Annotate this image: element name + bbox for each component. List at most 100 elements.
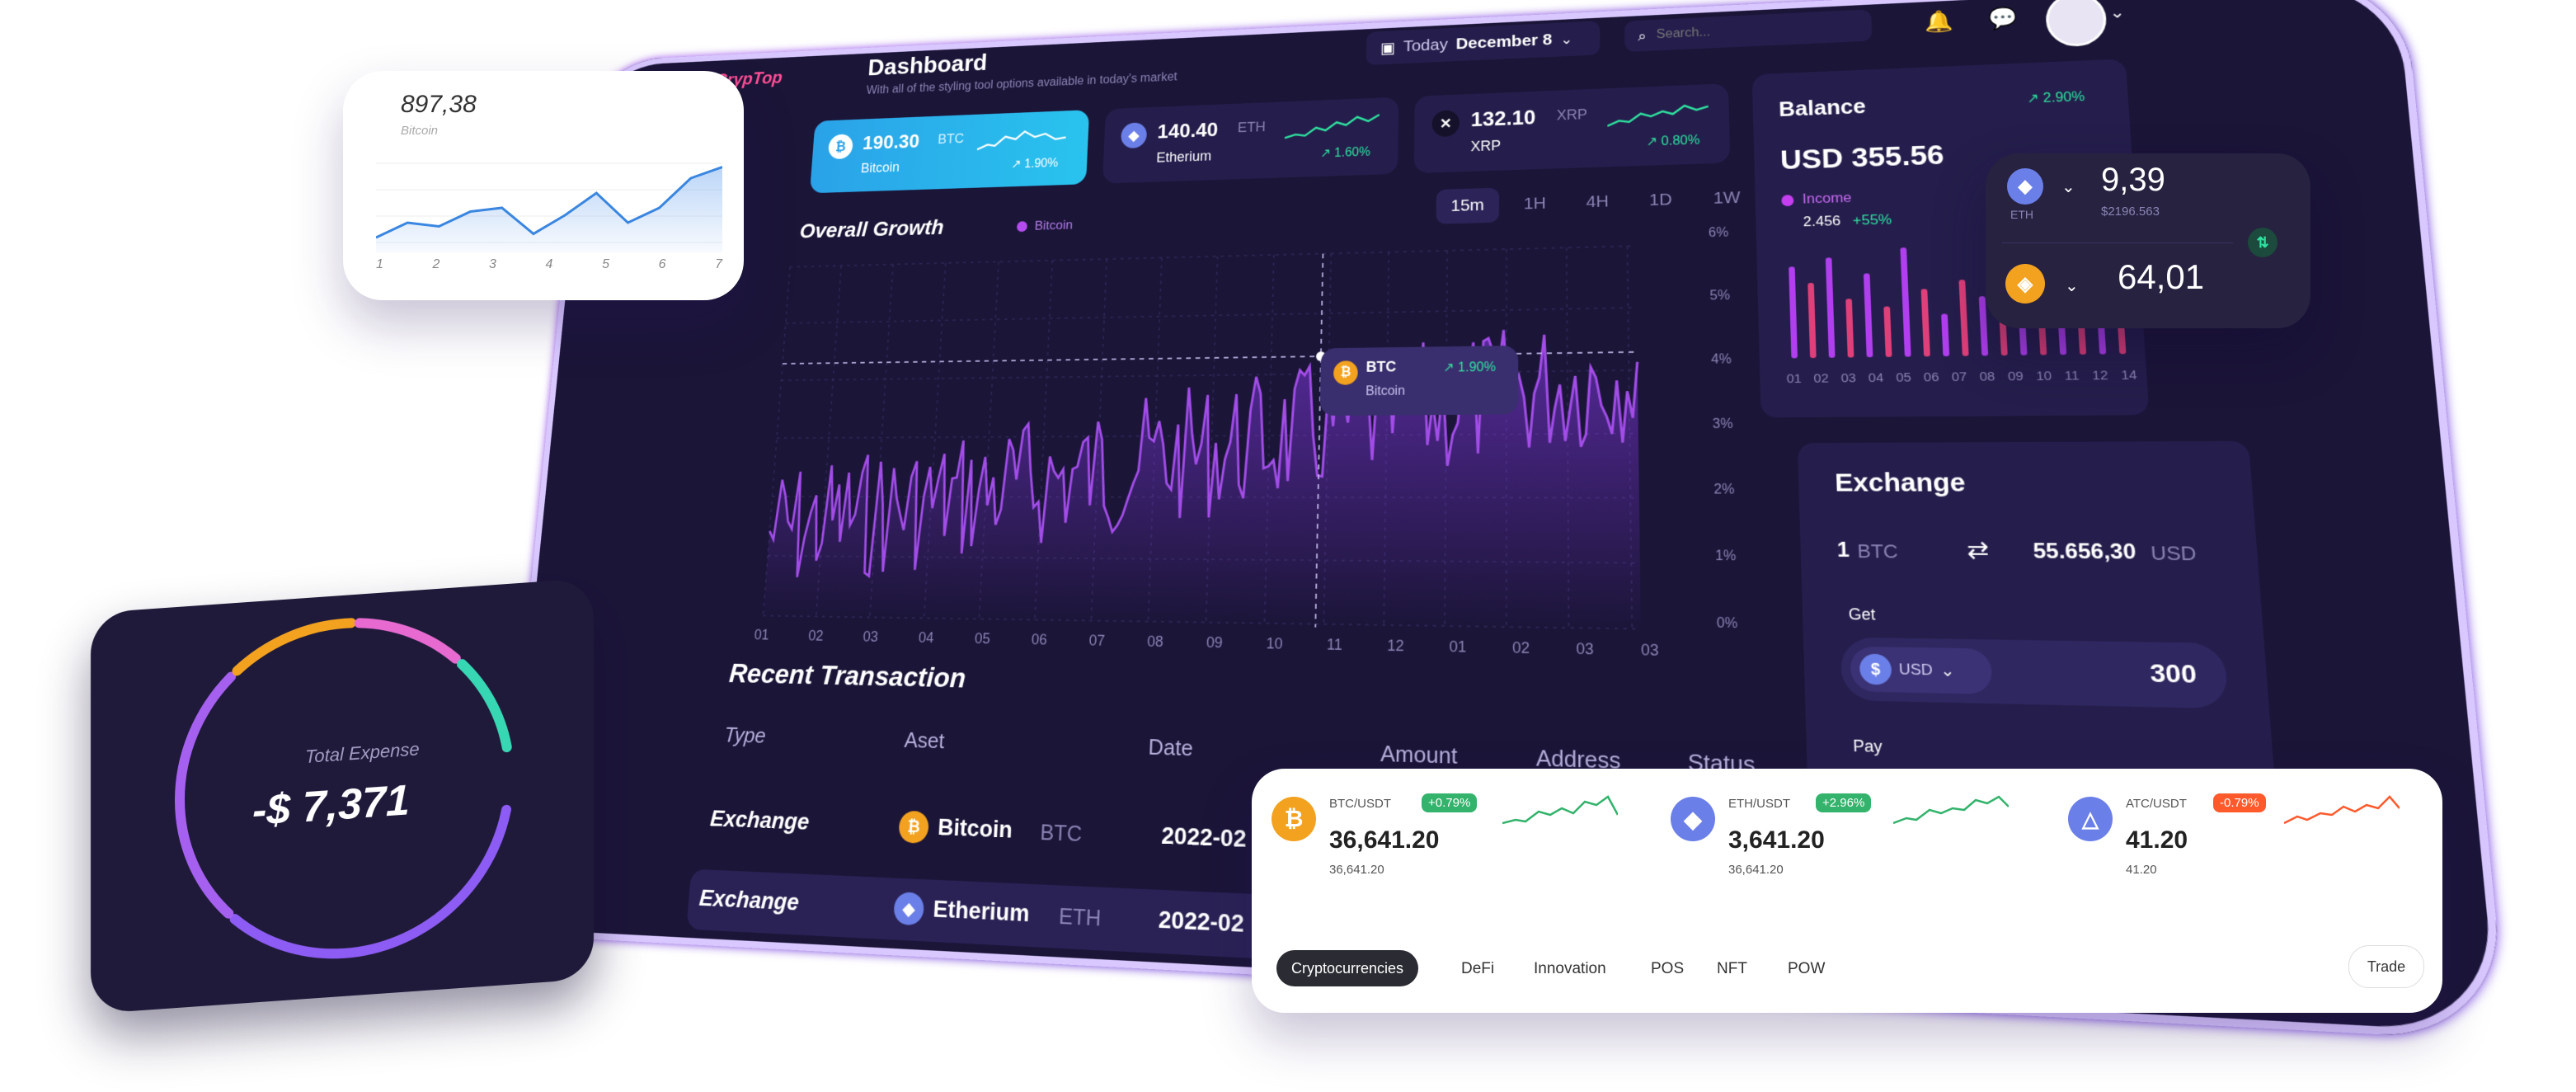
currency-select[interactable]: $ USD ⌄	[1850, 646, 1993, 694]
dollar-icon: $	[1859, 653, 1892, 685]
ticker-name: Bitcoin	[860, 159, 900, 176]
mini-x-tick: 1	[376, 257, 383, 271]
ticker-sparkline	[1285, 110, 1380, 144]
ticker-card-btc[interactable]: ₿ 190.30 BTC Bitcoin ↗ 1.90%	[809, 110, 1090, 194]
range-tab-1w[interactable]: 1W	[1698, 180, 1757, 217]
get-field[interactable]: $ USD ⌄ 300	[1840, 637, 2230, 709]
income-change: +55%	[1852, 211, 1892, 228]
exchange-title: Exchange	[1834, 468, 1967, 498]
row-asset: Bitcoin	[937, 813, 1013, 843]
chevron-down-icon[interactable]: ⌄	[2065, 275, 2079, 296]
bitcoin-icon: ₿	[827, 134, 854, 160]
range-tab-15m[interactable]: 15m	[1436, 187, 1499, 224]
ticker-change-value: 1.60%	[1334, 145, 1370, 160]
mini-area	[376, 167, 722, 252]
row-symbol: ETH	[1058, 902, 1102, 931]
bitcoin-icon: ₿	[1272, 797, 1316, 841]
mini-x-tick: 6	[658, 257, 666, 271]
ticker-value: 132.10	[1470, 105, 1536, 131]
balance-change: ↗ 2.90%	[2026, 90, 2085, 106]
x-tick: 07	[1088, 632, 1106, 649]
x-tick: 09	[1206, 633, 1223, 652]
tab-label: Cryptocurrencies	[1291, 959, 1404, 977]
tooltip-symbol: BTC	[1366, 358, 1397, 375]
search-box[interactable]: ⌕	[1624, 9, 1873, 53]
tab-defi[interactable]: DeFi	[1461, 960, 1494, 978]
bnb-value: 64,01	[2118, 257, 2205, 296]
ticker-change: ↗ 0.80%	[1646, 133, 1700, 149]
chevron-down-icon: ⌄	[1560, 31, 1573, 47]
tab-nft[interactable]: NFT	[1717, 960, 1747, 978]
balance-bar	[1883, 306, 1892, 357]
range-tab-4h[interactable]: 4H	[1571, 184, 1624, 220]
pair-label: ETH/USDT	[1728, 797, 1790, 811]
pair-sparkline	[1893, 795, 2009, 825]
search-icon: ⌕	[1638, 27, 1647, 44]
swap-icon[interactable]: ⇅	[2248, 228, 2278, 257]
x-tick: 02	[1512, 638, 1530, 657]
balance-x-tick: 03	[1840, 370, 1857, 386]
col-type: Type	[723, 722, 767, 748]
x-tick: 08	[1146, 633, 1164, 651]
page-title: Dashboard	[867, 49, 989, 81]
balance-x-tick: 14	[2120, 367, 2138, 384]
row-type: Exchange	[698, 884, 801, 915]
mini-chart-label: Bitcoin	[401, 124, 439, 138]
tooltip-change: ↗ 1.90%	[1443, 360, 1496, 375]
xrp-icon: ✕	[1431, 110, 1460, 138]
tab-cryptocurrencies[interactable]: Cryptocurrencies	[1276, 950, 1419, 986]
exchange-to-amount: 55.656,30	[2032, 539, 2137, 565]
eth-sub: $2196.563	[2101, 205, 2160, 219]
ethereum-icon: ◆	[2007, 168, 2043, 205]
exchange-from-amount: 1	[1836, 538, 1850, 562]
date-picker[interactable]: ▣ Today December 8 ⌄	[1366, 21, 1601, 65]
range-tab-1d[interactable]: 1D	[1634, 181, 1688, 219]
balance-x-tick: 11	[2064, 368, 2080, 384]
ticker-name: XRP	[1470, 137, 1502, 155]
trade-button[interactable]: Trade	[2348, 945, 2424, 988]
growth-title: Overall Growth	[798, 215, 945, 242]
pair-sub: 36,641.20	[1329, 863, 1384, 877]
y-tick: 5%	[1709, 288, 1731, 304]
tab-innovation[interactable]: Innovation	[1534, 960, 1606, 978]
range-tab-1h[interactable]: 1H	[1509, 186, 1561, 222]
row-type: Exchange	[709, 805, 811, 835]
tab-pos[interactable]: POS	[1651, 960, 1684, 978]
balance-bar	[1845, 299, 1854, 358]
market-pair-atc[interactable]: △ ATC/USDT -0.79% 41.20 41.20	[2068, 790, 2431, 906]
ticker-card-xrp[interactable]: ✕ 132.10 XRP XRP ↗ 0.80%	[1413, 83, 1731, 174]
date-value: December 8	[1455, 31, 1553, 53]
mini-chart-card: 897,38 Bitcoin 1 2 3 4 5 6 7	[343, 71, 744, 300]
x-tick: 12	[1386, 637, 1404, 655]
tab-pow[interactable]: POW	[1788, 960, 1825, 978]
chevron-down-icon[interactable]: ⌄	[2061, 177, 2075, 197]
balance-bar	[1789, 266, 1798, 359]
x-tick: 10	[1266, 634, 1283, 652]
ticker-card-eth[interactable]: ◆ 140.40 ETH Etherium ↗ 1.60%	[1102, 96, 1399, 184]
swap-icon[interactable]: ⇄	[1967, 535, 1991, 565]
market-pair-eth[interactable]: ◆ ETH/USDT +2.96% 3,641.20 36,641.20	[1671, 790, 2050, 906]
balance-x-tick: 05	[1895, 370, 1912, 385]
search-input[interactable]	[1654, 19, 1829, 44]
y-tick: 1%	[1714, 548, 1737, 564]
grid-line	[786, 308, 1637, 323]
balance-bar	[1825, 257, 1836, 358]
pair-price: 41.20	[2126, 826, 2188, 854]
income-label: Income	[1802, 190, 1852, 207]
pair-sparkline	[2284, 795, 2400, 825]
pair-change-badge: +0.79%	[1422, 793, 1478, 812]
chat-icon[interactable]: 💬	[1987, 6, 2018, 32]
get-amount: 300	[2149, 658, 2198, 689]
pair-price: 3,641.20	[1728, 826, 1825, 854]
avatar[interactable]	[2044, 0, 2108, 48]
bell-icon[interactable]: 🔔	[1924, 8, 1953, 34]
y-tick: 2%	[1713, 482, 1735, 497]
ticker-change: ↗ 1.90%	[1011, 157, 1059, 172]
mini-x-tick: 4	[545, 257, 553, 271]
mini-x-tick: 2	[432, 257, 440, 271]
tooltip-change-value: 1.90%	[1458, 360, 1496, 375]
x-tick: 03	[1576, 640, 1594, 658]
balance-amount: USD 355.56	[1779, 139, 1945, 176]
market-pair-btc[interactable]: ₿ BTC/USDT +0.79% 36,641.20 36,641.20	[1272, 790, 1651, 906]
chevron-down-icon[interactable]: ⌄	[2108, 2, 2126, 22]
